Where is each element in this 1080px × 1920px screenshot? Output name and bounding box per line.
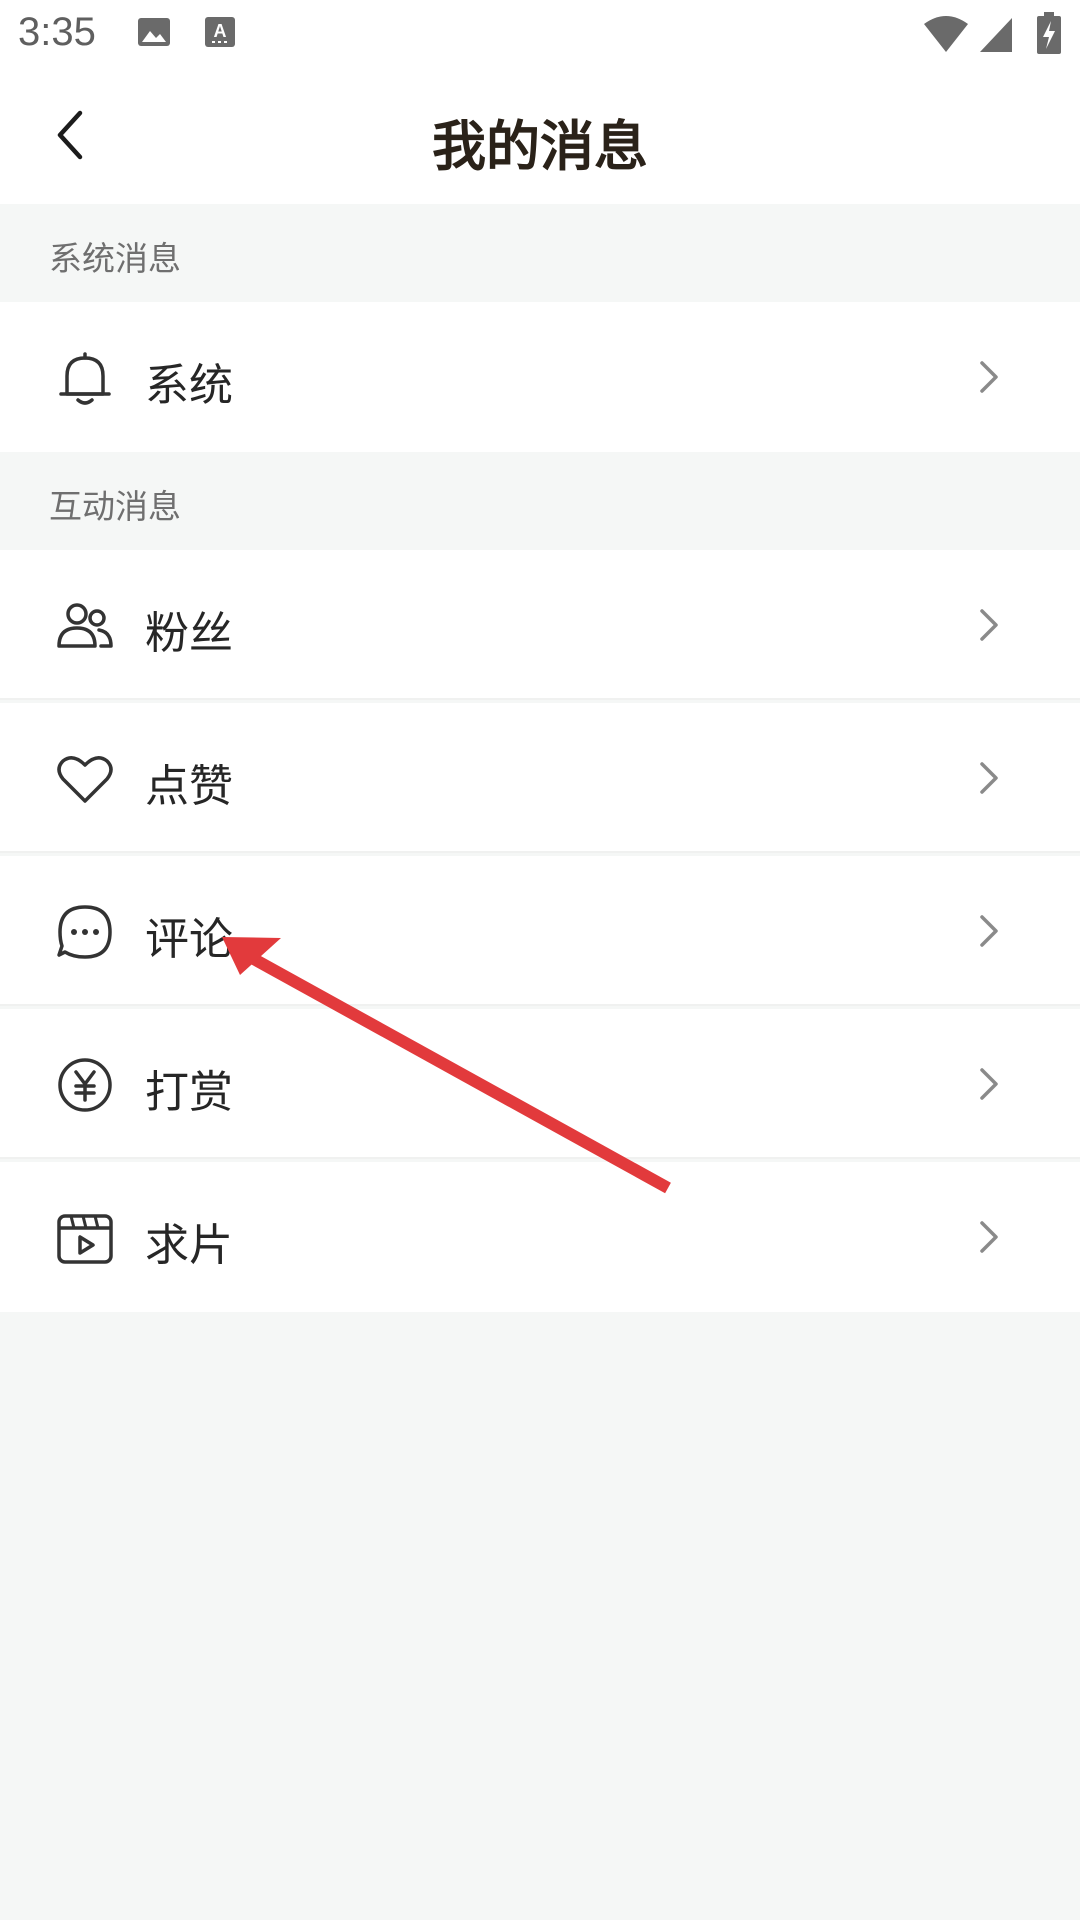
header: 我的消息	[0, 72, 1080, 204]
video-icon	[55, 1208, 115, 1268]
list-item-label: 点赞	[145, 761, 233, 812]
list-item-fans[interactable]: 粉丝	[0, 550, 1080, 700]
status-bar: 3:35 A	[0, 0, 1080, 72]
list-item-label: 粉丝	[145, 608, 233, 659]
list-item-requests[interactable]: 求片	[0, 1162, 1080, 1312]
row-divider	[0, 1004, 1080, 1006]
list-item-system[interactable]: 系统	[0, 302, 1080, 452]
list-item-label: 打赏	[145, 1067, 233, 1118]
users-icon	[55, 596, 115, 656]
section-header-system: 系统消息	[0, 204, 1080, 302]
row-divider	[0, 1157, 1080, 1159]
chevron-right-icon	[976, 760, 1002, 796]
list-item-comments[interactable]: 评论	[0, 856, 1080, 1006]
chevron-right-icon	[976, 1066, 1002, 1102]
list-item-label: 求片	[145, 1220, 233, 1271]
row-divider	[0, 851, 1080, 853]
list-item-tips[interactable]: 打赏	[0, 1009, 1080, 1159]
chevron-right-icon	[976, 1219, 1002, 1255]
battery-charging-icon	[1036, 12, 1062, 60]
list-item-likes[interactable]: 点赞	[0, 703, 1080, 853]
section-label: 互动消息	[49, 487, 181, 526]
page-title: 我的消息	[432, 115, 648, 178]
chevron-right-icon	[976, 607, 1002, 643]
heart-icon	[55, 749, 115, 809]
section-label: 系统消息	[49, 239, 181, 278]
chevron-right-icon	[976, 359, 1002, 395]
wifi-icon	[922, 14, 970, 58]
svg-text:A: A	[214, 21, 227, 41]
list-item-label: 评论	[145, 914, 233, 965]
signal-icon	[978, 16, 1014, 58]
comment-icon	[55, 902, 115, 962]
section-header-interaction: 互动消息	[0, 452, 1080, 550]
keyboard-icon: A	[204, 14, 236, 54]
yuan-coin-icon	[55, 1055, 115, 1115]
row-divider	[0, 698, 1080, 700]
chevron-right-icon	[976, 913, 1002, 949]
image-icon	[136, 14, 172, 54]
bell-icon	[55, 348, 115, 408]
list-item-label: 系统	[145, 360, 233, 411]
status-time: 3:35	[18, 10, 96, 54]
